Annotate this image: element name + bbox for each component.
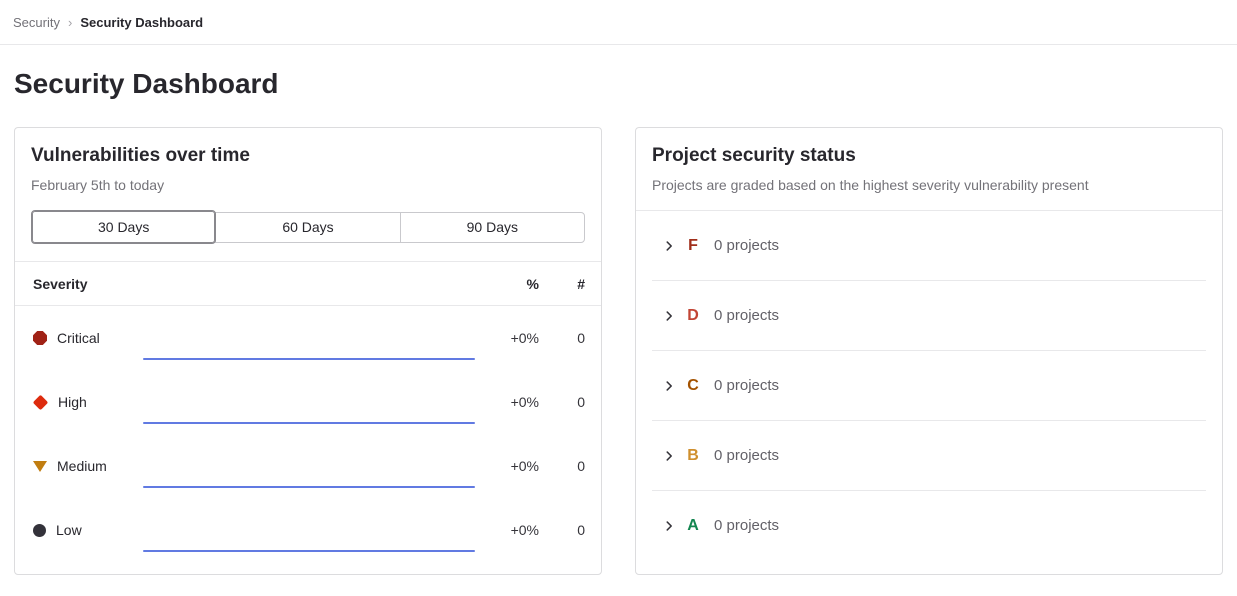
severity-table-header: Severity % # xyxy=(15,261,601,306)
high-sparkline xyxy=(143,422,475,424)
critical-sparkline xyxy=(143,358,475,360)
vuln-card-title: Vulnerabilities over time xyxy=(31,144,585,168)
severity-low-icon xyxy=(33,524,46,537)
table-row-low: Low +0% 0 xyxy=(15,498,601,562)
severity-label: Medium xyxy=(57,458,107,474)
range-button-90-days[interactable]: 90 Days xyxy=(400,212,585,243)
grade-row-b[interactable]: B 0 projects xyxy=(636,421,1222,490)
severity-table: Severity % # Critical +0% 0 Hig xyxy=(15,261,601,562)
status-card-header: Project security status Projects are gra… xyxy=(636,128,1222,211)
severity-label: Critical xyxy=(57,330,100,346)
grade-b-project-count: 0 projects xyxy=(714,447,779,464)
grade-letter-a: A xyxy=(685,517,701,535)
high-count: 0 xyxy=(539,394,585,410)
severity-label: High xyxy=(58,394,87,410)
severity-label: Low xyxy=(56,522,82,538)
grade-row-d[interactable]: D 0 projects xyxy=(636,281,1222,350)
table-row-medium: Medium +0% 0 xyxy=(15,434,601,498)
table-row-critical: Critical +0% 0 xyxy=(15,306,601,370)
vulnerabilities-over-time-card: Vulnerabilities over time February 5th t… xyxy=(14,127,602,575)
medium-percent-change: +0% xyxy=(477,458,539,474)
status-card-title: Project security status xyxy=(652,144,1206,168)
grade-letter-d: D xyxy=(685,307,701,325)
chevron-right-icon xyxy=(662,379,676,393)
vuln-card-date-range: February 5th to today xyxy=(31,175,585,195)
status-card-subtitle: Projects are graded based on the highest… xyxy=(652,175,1206,195)
critical-percent-change: +0% xyxy=(477,330,539,346)
vuln-card-header: Vulnerabilities over time February 5th t… xyxy=(15,128,601,195)
breadcrumb-item-security[interactable]: Security xyxy=(13,15,60,30)
severity-critical-icon xyxy=(33,331,47,345)
medium-sparkline xyxy=(143,486,475,488)
grade-f-project-count: 0 projects xyxy=(714,237,779,254)
percent-column-header: % xyxy=(477,276,539,292)
table-row-high: High +0% 0 xyxy=(15,370,601,434)
low-percent-change: +0% xyxy=(477,522,539,538)
chevron-right-icon xyxy=(662,239,676,253)
low-count: 0 xyxy=(539,522,585,538)
grade-c-project-count: 0 projects xyxy=(714,377,779,394)
dashboard-cards: Vulnerabilities over time February 5th t… xyxy=(0,127,1237,575)
grade-a-project-count: 0 projects xyxy=(714,517,779,534)
low-sparkline xyxy=(143,550,475,552)
chevron-right-icon xyxy=(662,449,676,463)
breadcrumb-separator-icon: › xyxy=(68,15,72,30)
grade-letter-f: F xyxy=(685,237,701,255)
chevron-right-icon xyxy=(662,309,676,323)
severity-medium-icon xyxy=(33,460,47,472)
severity-high-icon xyxy=(33,394,49,410)
range-button-30-days[interactable]: 30 Days xyxy=(31,210,216,244)
grade-row-c[interactable]: C 0 projects xyxy=(636,351,1222,420)
grade-row-a[interactable]: A 0 projects xyxy=(636,491,1222,560)
chevron-right-icon xyxy=(662,519,676,533)
severity-column-header: Severity xyxy=(33,276,143,292)
grade-d-project-count: 0 projects xyxy=(714,307,779,324)
grade-row-f[interactable]: F 0 projects xyxy=(636,211,1222,280)
page-title: Security Dashboard xyxy=(14,65,1223,103)
breadcrumb: Security › Security Dashboard xyxy=(0,0,1237,45)
grade-list: F 0 projects D 0 projects C 0 projects xyxy=(636,211,1222,560)
high-percent-change: +0% xyxy=(477,394,539,410)
project-security-status-card: Project security status Projects are gra… xyxy=(635,127,1223,575)
count-column-header: # xyxy=(539,276,585,292)
breadcrumb-item-security-dashboard: Security Dashboard xyxy=(80,15,203,30)
medium-count: 0 xyxy=(539,458,585,474)
day-range-segmented-control: 30 Days 60 Days 90 Days xyxy=(31,210,585,244)
grade-letter-c: C xyxy=(685,377,701,395)
critical-count: 0 xyxy=(539,330,585,346)
grade-letter-b: B xyxy=(685,447,701,465)
range-button-60-days[interactable]: 60 Days xyxy=(215,212,400,243)
